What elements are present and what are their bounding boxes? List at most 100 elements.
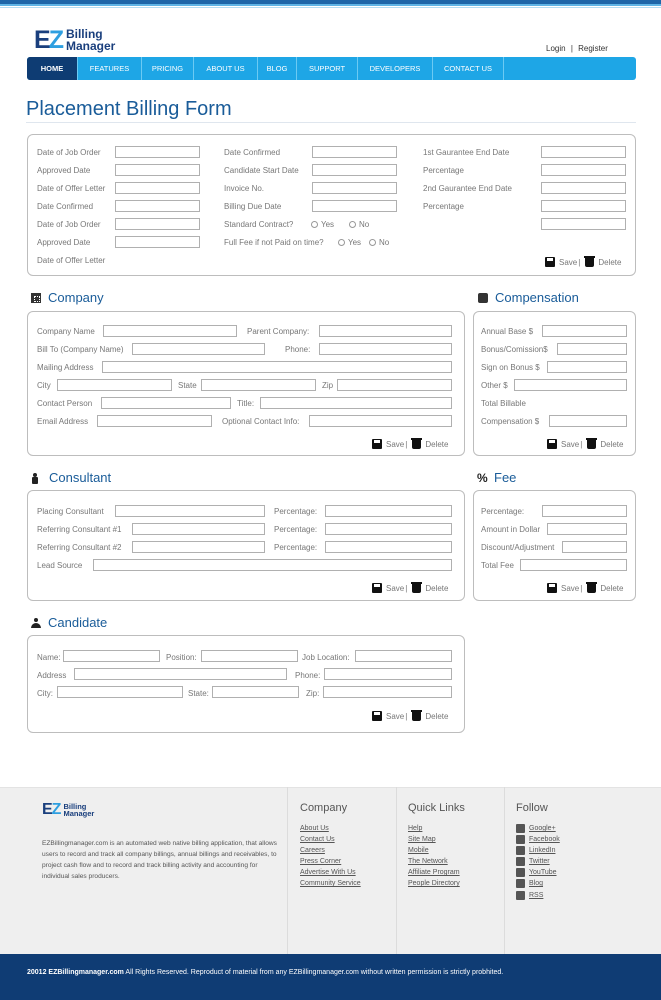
delete-button[interactable]: Delete xyxy=(600,584,623,593)
footer-link-network[interactable]: The Network xyxy=(408,858,448,865)
date-of-job-order-input[interactable] xyxy=(115,146,200,158)
2nd-guarantee-end-date-input[interactable] xyxy=(541,182,626,194)
sign-on-bonus-input[interactable] xyxy=(547,361,627,373)
date-confirmed-2-input[interactable] xyxy=(312,146,397,158)
footer-link-press-corner[interactable]: Press Corner xyxy=(300,858,341,865)
extra-input[interactable] xyxy=(541,218,626,230)
position-input[interactable] xyxy=(201,650,298,662)
lead-source-input[interactable] xyxy=(93,559,452,571)
nav-support[interactable]: SUPPORT xyxy=(297,57,358,80)
candidate-zip-input[interactable] xyxy=(323,686,452,698)
save-button[interactable]: Save xyxy=(561,584,579,593)
nav-blog[interactable]: BLOG xyxy=(258,57,297,80)
save-button[interactable]: Save xyxy=(386,712,404,721)
footer-link-rss[interactable]: RSS xyxy=(529,892,543,899)
percentage-placing-input[interactable] xyxy=(325,505,452,517)
delete-button[interactable]: Delete xyxy=(600,440,623,449)
total-compensation-input[interactable] xyxy=(549,415,627,427)
nav-pricing[interactable]: PRICING xyxy=(142,57,194,80)
candidate-start-date-input[interactable] xyxy=(312,164,397,176)
approved-date-2-input[interactable] xyxy=(115,236,200,248)
company-name-input[interactable] xyxy=(103,325,237,337)
optional-contact-input[interactable] xyxy=(309,415,452,427)
save-button[interactable]: Save xyxy=(386,584,404,593)
footer-link-help[interactable]: Help xyxy=(408,825,422,832)
delete-button[interactable]: Delete xyxy=(425,712,448,721)
delete-button[interactable]: Delete xyxy=(425,584,448,593)
footer-link-facebook[interactable]: Facebook xyxy=(529,836,560,843)
footer-link-linkedin[interactable]: LinkedIn xyxy=(529,847,555,854)
placing-consultant-input[interactable] xyxy=(115,505,265,517)
standard-contract-no[interactable]: No xyxy=(349,220,369,229)
footer-link-people-directory[interactable]: People Directory xyxy=(408,880,460,887)
delete-button[interactable]: Delete xyxy=(425,440,448,449)
full-fee-no[interactable]: No xyxy=(369,238,389,247)
contact-person-input[interactable] xyxy=(101,397,231,409)
nav-about-us[interactable]: ABOUT US xyxy=(194,57,258,80)
footer-link-about-us[interactable]: About Us xyxy=(300,825,329,832)
footer-logo[interactable]: EZ Billing Manager xyxy=(42,802,94,818)
footer-link-site-map[interactable]: Site Map xyxy=(408,836,436,843)
date-of-offer-letter-input[interactable] xyxy=(115,182,200,194)
bonus-input[interactable] xyxy=(557,343,627,355)
bill-to-input[interactable] xyxy=(132,343,265,355)
footer-link-google-plus[interactable]: Google+ xyxy=(529,825,556,832)
radio-icon xyxy=(338,239,345,246)
billing-due-date-input[interactable] xyxy=(312,200,397,212)
mailing-address-input[interactable] xyxy=(102,361,452,373)
amount-in-dollar-input[interactable] xyxy=(547,523,627,535)
zip-input[interactable] xyxy=(337,379,452,391)
referring-1-input[interactable] xyxy=(132,523,265,535)
footer-link-twitter[interactable]: Twitter xyxy=(529,858,550,865)
percentage-2-input[interactable] xyxy=(541,200,626,212)
footer-link-mobile[interactable]: Mobile xyxy=(408,847,429,854)
candidate-city-input[interactable] xyxy=(57,686,183,698)
parent-company-input[interactable] xyxy=(319,325,452,337)
percentage-1-input[interactable] xyxy=(541,164,626,176)
label-approved-date: Approved Date xyxy=(37,166,91,175)
candidate-name-input[interactable] xyxy=(63,650,160,662)
title-input[interactable] xyxy=(260,397,452,409)
approved-date-input[interactable] xyxy=(115,164,200,176)
email-address-input[interactable] xyxy=(97,415,212,427)
nav-features[interactable]: FEATURES xyxy=(78,57,142,80)
save-button[interactable]: Save xyxy=(386,440,404,449)
fee-percentage-input[interactable] xyxy=(542,505,627,517)
footer-link-blog[interactable]: Blog xyxy=(529,880,543,887)
standard-contract-yes[interactable]: Yes xyxy=(311,220,334,229)
referring-2-input[interactable] xyxy=(132,541,265,553)
company-phone-input[interactable] xyxy=(319,343,452,355)
save-button[interactable]: Save xyxy=(561,440,579,449)
full-fee-yes[interactable]: Yes xyxy=(338,238,361,247)
discount-input[interactable] xyxy=(562,541,627,553)
nav-contact-us[interactable]: CONTACT US xyxy=(433,57,504,80)
login-link[interactable]: Login xyxy=(546,44,566,53)
date-confirmed-input[interactable] xyxy=(115,200,200,212)
state-input[interactable] xyxy=(201,379,316,391)
footer-link-affiliate[interactable]: Affiliate Program xyxy=(408,869,460,876)
footer-link-careers[interactable]: Careers xyxy=(300,847,325,854)
save-button[interactable]: Save xyxy=(559,258,577,267)
footer-link-advertise[interactable]: Advertise With Us xyxy=(300,869,356,876)
date-of-job-order-2-input[interactable] xyxy=(115,218,200,230)
annual-base-input[interactable] xyxy=(542,325,627,337)
candidate-address-input[interactable] xyxy=(74,668,287,680)
job-location-input[interactable] xyxy=(355,650,452,662)
percentage-ref1-input[interactable] xyxy=(325,523,452,535)
delete-button[interactable]: Delete xyxy=(598,258,621,267)
footer-link-community[interactable]: Community Service xyxy=(300,880,361,887)
candidate-state-input[interactable] xyxy=(212,686,299,698)
total-fee-input[interactable] xyxy=(520,559,627,571)
percentage-ref2-input[interactable] xyxy=(325,541,452,553)
nav-home[interactable]: HOME xyxy=(27,57,78,80)
candidate-phone-input[interactable] xyxy=(324,668,452,680)
brand-logo[interactable]: EZ Billing Manager xyxy=(34,26,115,54)
register-link[interactable]: Register xyxy=(578,44,608,53)
footer-link-youtube[interactable]: YouTube xyxy=(529,869,557,876)
1st-guarantee-end-date-input[interactable] xyxy=(541,146,626,158)
footer-link-contact-us[interactable]: Contact Us xyxy=(300,836,335,843)
invoice-no-input[interactable] xyxy=(312,182,397,194)
nav-developers[interactable]: DEVELOPERS xyxy=(358,57,433,80)
other-input[interactable] xyxy=(514,379,627,391)
city-input[interactable] xyxy=(57,379,172,391)
